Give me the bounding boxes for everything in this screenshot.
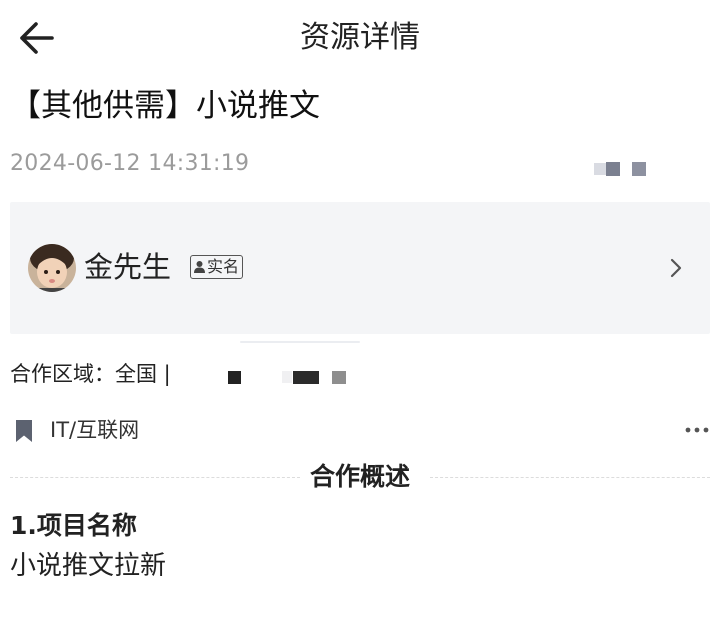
publisher-name: 金先生: [84, 250, 172, 284]
person-icon: [194, 261, 205, 273]
chevron-right-icon: [670, 258, 682, 278]
bookmark-icon: [16, 420, 32, 442]
section-title: 合作概述: [309, 462, 410, 491]
page-title: 资源详情: [300, 20, 420, 55]
verified-badge: 实名: [190, 255, 244, 279]
more-dots-icon[interactable]: [684, 418, 710, 442]
resource-title: 【其他供需】小说推文: [10, 88, 320, 124]
publish-timestamp: 2024-06-12 14:31:19: [10, 151, 250, 176]
card-shadow: [240, 341, 360, 343]
cooperation-region: 合作区域：全国 |: [10, 362, 171, 386]
publisher-card[interactable]: 金先生 实名: [10, 202, 710, 334]
verified-badge-label: 实名: [207, 257, 240, 276]
industry-tag: IT/互联网: [50, 418, 140, 442]
item-value: 小说推文拉新: [10, 551, 167, 581]
avatar[interactable]: [28, 244, 76, 292]
item-heading: 1.项目名称: [10, 511, 137, 540]
